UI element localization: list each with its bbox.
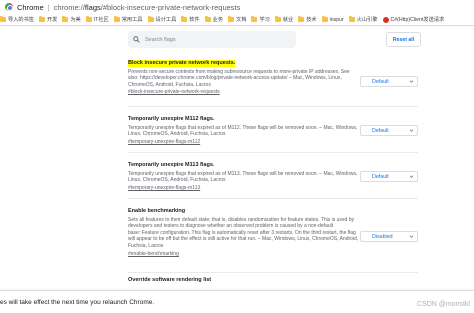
bookmark-label: 业务	[212, 17, 224, 23]
chevron-down-icon	[409, 235, 414, 238]
flag-select[interactable]: Disabled	[360, 231, 418, 242]
bookmark-label: 技术	[306, 17, 317, 23]
bookmark-item[interactable]: 常用工具	[113, 16, 143, 23]
folder-icon	[0, 16, 6, 22]
search-input[interactable]	[145, 36, 285, 43]
url-main: flags	[84, 2, 101, 12]
bookmark-label: 学习	[259, 17, 270, 23]
flag-select[interactable]: Default	[360, 171, 418, 182]
bookmark-item[interactable]: 设计工具	[147, 16, 177, 23]
folder-icon	[85, 16, 92, 22]
bookmark-item[interactable]: 开发	[38, 16, 58, 23]
folder-icon	[38, 16, 45, 22]
chevron-down-icon	[409, 129, 414, 132]
bookmark-item[interactable]: 导入的书签	[0, 16, 34, 23]
bookmark-label: 设计工具	[155, 17, 177, 23]
bookmarks-bar: 导入的书签 开发 为美 IT社区 常用工具 设计工具 软件 业务 文档 学习 就…	[0, 14, 474, 26]
divider	[128, 106, 418, 107]
folder-icon	[321, 16, 328, 22]
bookmark-item[interactable]: 文档	[228, 16, 246, 23]
folder-icon	[113, 16, 120, 22]
folder-icon	[181, 16, 188, 22]
bookmark-item[interactable]: 就业	[274, 16, 294, 23]
flag-title: Block insecure private network requests.	[128, 60, 236, 67]
flag-select[interactable]: Default	[360, 76, 418, 87]
divider	[128, 198, 418, 199]
bookmark-item[interactable]: C#(Http)Client发送请求	[382, 16, 445, 23]
select-value: Default	[372, 127, 389, 134]
bookmark-label: IT社区	[93, 17, 109, 23]
bookmark-label: 导入的书签	[8, 17, 34, 23]
folder-icon	[274, 16, 281, 22]
bookmark-label: 开发	[46, 17, 58, 23]
flag-anchor-link[interactable]: #temporary-unexpire-flags-m112	[128, 139, 360, 146]
select-value: Default	[372, 173, 389, 180]
bookmark-label: 就业	[282, 17, 294, 23]
folder-icon	[147, 16, 154, 22]
url-rest: /#block-insecure-private-network-request…	[100, 2, 241, 12]
select-value: Disabled	[372, 233, 393, 240]
divider	[128, 152, 418, 153]
flag-anchor-link[interactable]: #temporary-unexpire-flags-m113	[128, 185, 360, 192]
flag-title: Temporarily unexpire M113 flags.	[128, 162, 215, 168]
bookmark-item[interactable]: IT社区	[85, 16, 109, 23]
relaunch-message: es will take effect the next time you re…	[0, 298, 155, 306]
flag-description: Temporarily unexpire flags that expired …	[128, 170, 358, 184]
folder-icon	[251, 16, 258, 22]
title-separator: |	[47, 2, 50, 12]
chrome-icon	[5, 3, 13, 11]
flag-entry: Temporarily unexpire M113 flags. Tempora…	[128, 162, 360, 191]
flag-entry: Block insecure private network requests.…	[128, 60, 360, 96]
flag-title: Enable benchmarking	[128, 208, 186, 214]
url-prefix: chrome://	[53, 2, 85, 12]
window-title-bar: Chrome | chrome://flags/#block-insecure-…	[0, 0, 474, 14]
bookmark-item[interactable]: 技术	[298, 16, 317, 23]
flag-anchor-link[interactable]: #block-insecure-private-network-requests	[128, 89, 360, 96]
flag-title: Temporarily unexpire M112 flags.	[128, 116, 215, 122]
site-icon	[382, 16, 389, 23]
watermark: CSDN @monstkl	[416, 301, 470, 308]
divider	[128, 272, 418, 273]
bookmark-item[interactable]: 业务	[204, 16, 224, 23]
folder-icon	[348, 16, 355, 22]
flag-select[interactable]: Default	[360, 125, 418, 136]
bookmark-item[interactable]: 为美	[62, 16, 81, 23]
bookmark-label: 为美	[70, 17, 81, 23]
select-value: Default	[372, 78, 389, 85]
app-name: Chrome	[17, 2, 44, 12]
reset-all-button[interactable]: Reset all	[386, 32, 421, 47]
chevron-down-icon	[409, 80, 414, 83]
flag-description: Prevents non-secure contexts from making…	[128, 68, 350, 88]
bookmark-label: inspur	[329, 16, 344, 23]
bookmark-label: 火山引擎	[356, 17, 378, 23]
flag-entry: Enable benchmarking Sets all features to…	[128, 208, 360, 257]
bookmark-label: 文档	[236, 17, 247, 23]
bookmark-item[interactable]: inspur	[321, 16, 344, 23]
flag-entry: Override software rendering list	[128, 277, 360, 286]
search-box[interactable]	[128, 31, 296, 48]
flags-page: Reset all Block insecure private network…	[0, 26, 474, 313]
address-url[interactable]: chrome://flags/#block-insecure-private-n…	[54, 3, 241, 12]
folder-icon	[62, 16, 69, 22]
flag-description: Sets all features to their default state…	[128, 216, 359, 249]
bookmark-label: 软件	[189, 17, 200, 23]
flag-description: Temporarily unexpire flags that expired …	[128, 124, 358, 138]
folder-icon	[298, 16, 305, 22]
chevron-down-icon	[409, 175, 414, 178]
bookmark-label: 常用工具	[121, 17, 143, 23]
search-icon	[133, 36, 140, 43]
bookmark-label: C#(Http)Client发送请求	[390, 17, 445, 23]
relaunch-bar: es will take effect the next time you re…	[0, 290, 474, 313]
bookmark-item[interactable]: 学习	[251, 16, 270, 23]
folder-icon	[204, 16, 211, 22]
flag-entry: Temporarily unexpire M112 flags. Tempora…	[128, 116, 360, 145]
flag-title: Override software rendering list	[128, 277, 212, 283]
folder-icon	[228, 16, 235, 22]
bookmark-item[interactable]: 火山引擎	[348, 16, 378, 23]
flag-anchor-link[interactable]: #enable-benchmarking	[128, 251, 360, 258]
bookmark-item[interactable]: 软件	[181, 16, 200, 23]
